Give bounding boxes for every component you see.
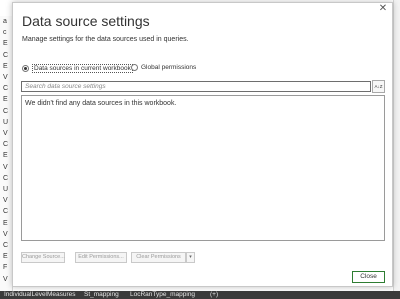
add-sheet-button[interactable]: (+): [210, 291, 218, 299]
background-cell: V: [3, 130, 8, 137]
close-button[interactable]: Close: [352, 271, 385, 283]
background-cell: U: [3, 186, 9, 193]
dialog-title: Data source settings: [22, 13, 150, 29]
background-cell: E: [3, 96, 8, 104]
sheet-tab[interactable]: LocRanType_mapping: [130, 291, 195, 299]
sort-icon[interactable]: A↓Z: [372, 80, 385, 93]
sheet-tab[interactable]: St_mapping: [84, 291, 119, 299]
background-cell: C: [3, 174, 9, 182]
background-cell: E: [3, 253, 8, 261]
background-cell: V: [3, 74, 8, 81]
clear-permissions-button[interactable]: Clear Permissions: [131, 252, 186, 263]
background-cell: V: [3, 163, 8, 171]
sheet-tabs-bar: IndividualLevelMeasures St_mapping LocRa…: [0, 291, 400, 299]
edit-permissions-button[interactable]: Edit Permissions...: [75, 252, 127, 263]
radio-label: Global permissions: [141, 64, 197, 71]
background-cell: C: [3, 85, 9, 93]
background-cell: C: [3, 107, 9, 115]
radio-label: Data sources in current workbook: [32, 64, 133, 73]
radio-current-workbook[interactable]: Data sources in current workbook: [22, 64, 133, 73]
background-cell: E: [3, 62, 8, 70]
background-cell: C: [3, 208, 9, 216]
background-cell: C: [3, 51, 9, 59]
background-cell: U: [3, 118, 9, 126]
background-cell: V: [3, 230, 8, 238]
chevron-down-icon[interactable]: ▾: [186, 252, 195, 263]
radio-selected-icon: [22, 65, 29, 72]
background-cell: C: [3, 242, 9, 249]
background-cell: a: [3, 18, 7, 25]
background-cell: E: [3, 152, 8, 160]
close-icon[interactable]: ✕: [378, 4, 388, 14]
sheet-tab[interactable]: IndividualLevelMeasures: [4, 291, 76, 299]
change-source-button[interactable]: Change Source...: [21, 252, 65, 263]
background-right-edge: [393, 0, 400, 292]
background-cell: c: [3, 29, 7, 37]
data-source-settings-dialog: ✕ Data source settings Manage settings f…: [12, 2, 393, 287]
background-cell: V: [3, 275, 8, 283]
empty-list-message: We didn't find any data sources in this …: [25, 100, 177, 107]
background-cell: E: [3, 219, 8, 227]
background-cell: F: [3, 264, 8, 272]
radio-unselected-icon: [131, 64, 138, 71]
radio-global-permissions[interactable]: Global permissions: [131, 64, 196, 71]
background-cell: C: [3, 141, 9, 149]
search-input[interactable]: [21, 81, 371, 92]
data-source-list[interactable]: We didn't find any data sources in this …: [21, 95, 385, 241]
background-cell: V: [3, 197, 8, 205]
background-cell: E: [3, 40, 8, 48]
dialog-subtitle: Manage settings for the data sources use…: [22, 36, 189, 43]
